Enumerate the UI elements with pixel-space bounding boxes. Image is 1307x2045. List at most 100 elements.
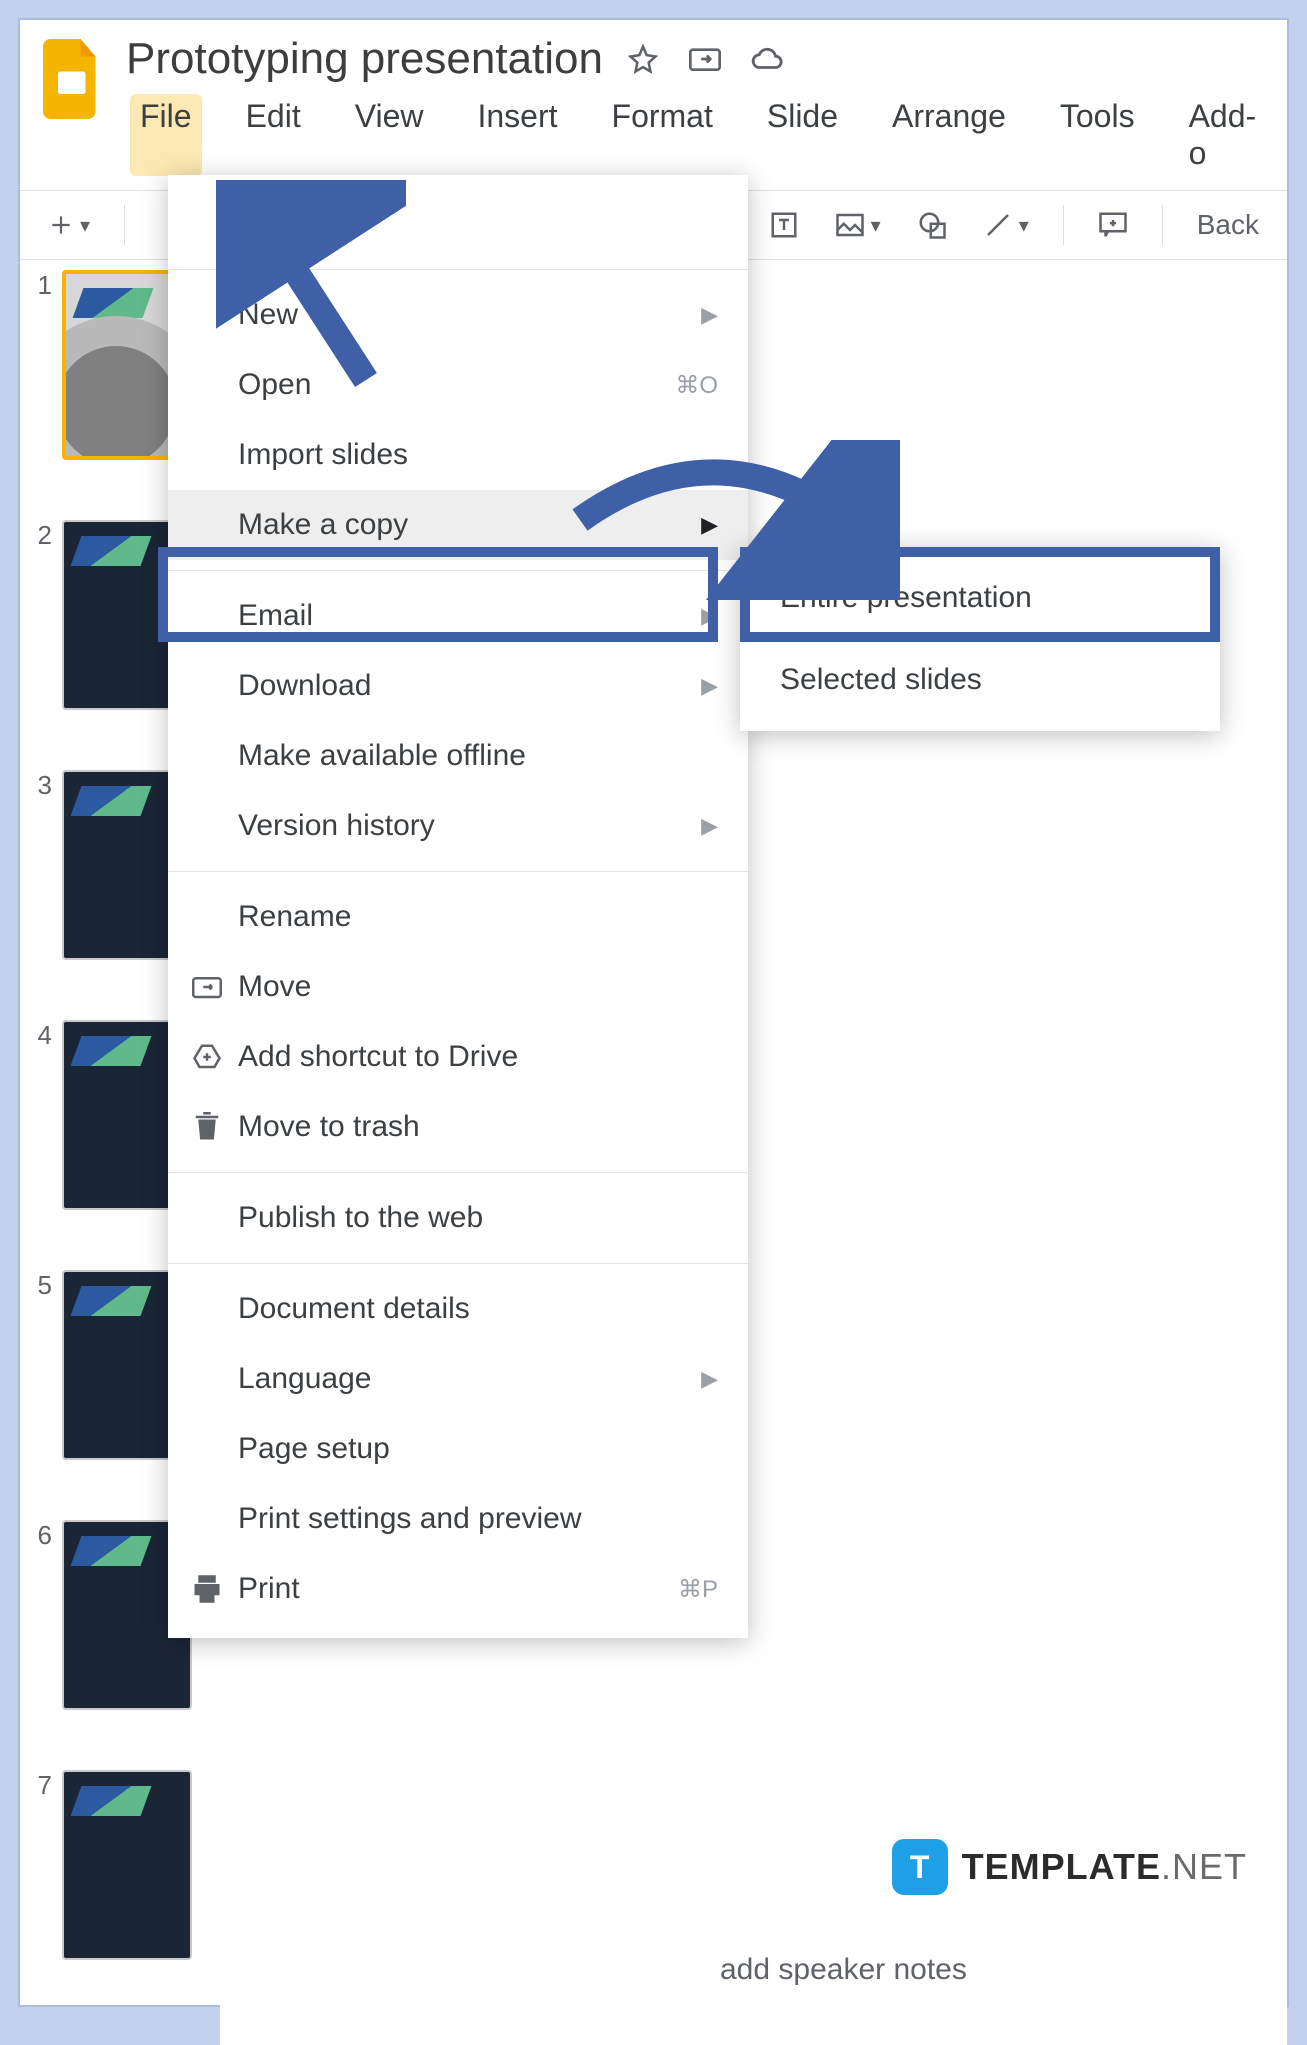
line-button[interactable]: ▾: [975, 206, 1037, 244]
chevron-down-icon: ▾: [871, 213, 881, 238]
menu-item-label: Document details: [238, 1292, 470, 1326]
menu-item-document-details[interactable]: Document details: [168, 1274, 748, 1344]
menu-item-label: Add shortcut to Drive: [238, 1040, 518, 1074]
menu-separator: [168, 871, 748, 872]
menu-format[interactable]: Format: [602, 94, 723, 176]
menu-tools[interactable]: Tools: [1050, 94, 1145, 176]
trash-icon: [190, 1110, 224, 1144]
menu-arrange[interactable]: Arrange: [882, 94, 1016, 176]
slide-thumbnail: [62, 1770, 192, 1960]
comment-button[interactable]: [1090, 207, 1136, 243]
slide-number: 3: [28, 770, 52, 801]
background-label: Back: [1197, 209, 1259, 241]
title-row: Prototyping presentation: [126, 34, 1269, 84]
menu-edit[interactable]: Edit: [236, 94, 311, 176]
image-button[interactable]: ▾: [827, 208, 889, 242]
menu-item-open[interactable]: Open⌘O: [168, 350, 748, 420]
menu-view[interactable]: View: [345, 94, 434, 176]
title-column: Prototyping presentation File Edit View: [126, 34, 1269, 190]
document-title[interactable]: Prototyping presentation: [126, 34, 603, 84]
app-window: Prototyping presentation File Edit View: [18, 18, 1289, 2007]
slide-thumb-7[interactable]: 7: [28, 1770, 212, 1960]
menu-addons[interactable]: Add-o: [1179, 94, 1269, 176]
slide-number: 1: [28, 270, 52, 301]
watermark-badge-icon: T: [892, 1839, 948, 1895]
shortcut-label: ⌘P: [678, 1575, 718, 1604]
submenu-item-selected-slides[interactable]: Selected slides: [740, 639, 1220, 721]
submenu-arrow-icon: ▶: [701, 673, 718, 699]
menu-item-print-settings[interactable]: Print settings and preview: [168, 1484, 748, 1554]
menu-item-label: Rename: [238, 900, 351, 934]
menu-item-label: Email: [238, 599, 313, 633]
file-menu-dropdown: Share New▶ Open⌘O Import slides Make a c…: [168, 175, 748, 1638]
submenu-item-label: Selected slides: [780, 663, 982, 696]
menu-item-version-history[interactable]: Version history▶: [168, 791, 748, 861]
slide-number: 2: [28, 520, 52, 551]
submenu-arrow-icon: ▶: [701, 1366, 718, 1392]
menu-item-label: Publish to the web: [238, 1201, 483, 1235]
menu-item-make-copy[interactable]: Make a copy ▶: [168, 490, 748, 560]
menu-item-label: Print: [238, 1572, 300, 1606]
cloud-status-icon[interactable]: [749, 41, 785, 77]
menu-item-label: Page setup: [238, 1432, 390, 1466]
menu-item-label: Make a copy: [238, 508, 408, 542]
menu-separator: [168, 1263, 748, 1264]
toolbar-separator: [124, 205, 125, 245]
background-button[interactable]: Back: [1189, 205, 1267, 245]
menu-item-print[interactable]: Print ⌘P: [168, 1554, 748, 1624]
submenu-arrow-icon: ▶: [701, 302, 718, 328]
menu-item-language[interactable]: Language ▶: [168, 1344, 748, 1414]
menu-item-label: Language: [238, 1362, 371, 1396]
header: Prototyping presentation File Edit View: [20, 20, 1287, 190]
menu-item-import-slides[interactable]: Import slides: [168, 420, 748, 490]
menu-item-label: Make available offline: [238, 739, 526, 773]
shortcut-label: ⌘O: [675, 371, 718, 400]
menu-item-add-shortcut[interactable]: Add shortcut to Drive: [168, 1022, 748, 1092]
menu-item-share[interactable]: Share: [168, 189, 748, 259]
star-icon[interactable]: [625, 41, 661, 77]
slide-number: 5: [28, 1270, 52, 1301]
menu-insert[interactable]: Insert: [467, 94, 567, 176]
menu-separator: [168, 1172, 748, 1173]
menu-item-publish[interactable]: Publish to the web: [168, 1183, 748, 1253]
menu-item-page-setup[interactable]: Page setup: [168, 1414, 748, 1484]
menu-item-email[interactable]: Email▶: [168, 581, 748, 651]
menu-item-move[interactable]: Move: [168, 952, 748, 1022]
make-copy-submenu: Entire presentation Selected slides: [740, 547, 1220, 731]
menu-file[interactable]: File: [130, 94, 202, 176]
new-slide-button[interactable]: ▾: [40, 208, 98, 242]
menu-item-make-offline[interactable]: Make available offline: [168, 721, 748, 791]
menu-separator: [168, 269, 748, 270]
speaker-notes-placeholder[interactable]: add speaker notes: [720, 1953, 967, 1987]
watermark: T TEMPLATE.NET: [892, 1839, 1247, 1895]
menu-item-label: Share: [238, 207, 318, 241]
move-folder-icon[interactable]: [687, 41, 723, 77]
watermark-text: TEMPLATE.NET: [962, 1846, 1247, 1888]
slide-number: 7: [28, 1770, 52, 1801]
title-icons: [625, 41, 785, 77]
chevron-down-icon: ▾: [1019, 213, 1029, 238]
toolbar-separator: [1063, 205, 1064, 245]
slides-logo-icon: [38, 34, 108, 124]
textbox-button[interactable]: [761, 206, 807, 244]
menu-item-label: Import slides: [238, 438, 408, 472]
submenu-item-entire-presentation[interactable]: Entire presentation: [740, 557, 1220, 639]
menu-item-label: Version history: [238, 809, 435, 843]
folder-move-icon: [190, 970, 224, 1004]
menu-slide[interactable]: Slide: [757, 94, 848, 176]
menu-item-label: Move: [238, 970, 311, 1004]
menu-item-download[interactable]: Download ▶: [168, 651, 748, 721]
menu-item-label: Download: [238, 669, 371, 703]
menu-separator: [168, 570, 748, 571]
submenu-arrow-icon: ▶: [701, 512, 718, 538]
menu-item-new[interactable]: New▶: [168, 280, 748, 350]
menu-item-label: Print settings and preview: [238, 1502, 582, 1536]
print-icon: [190, 1572, 224, 1606]
slide-number: 6: [28, 1520, 52, 1551]
menu-item-move-to-trash[interactable]: Move to trash: [168, 1092, 748, 1162]
toolbar-separator: [1162, 205, 1163, 245]
menu-item-rename[interactable]: Rename: [168, 882, 748, 952]
slide-number: 4: [28, 1020, 52, 1051]
shape-button[interactable]: [909, 206, 955, 244]
watermark-light: .NET: [1161, 1846, 1247, 1887]
